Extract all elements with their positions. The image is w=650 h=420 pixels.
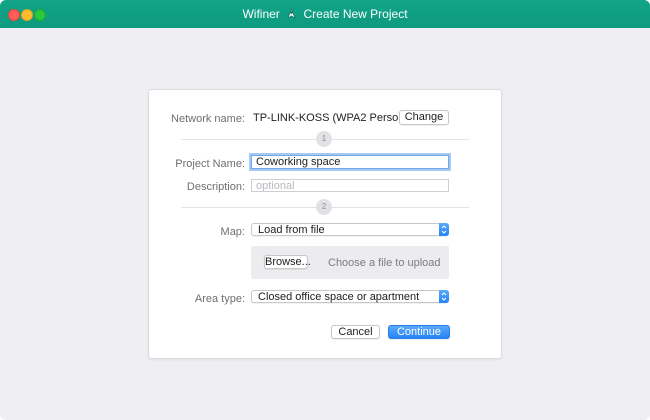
dropzone-hint: Choose a file to upload [328,257,441,269]
area-type-value: Closed office space or apartment [258,291,420,303]
step-indicator-1: 1 [316,131,332,147]
map-source-select[interactable]: Load from file [251,223,449,236]
area-type-label: Area type: [194,293,245,305]
project-name-label: Project Name: [175,158,245,170]
wifiner-app-icon [287,8,296,19]
network-name-value: TP-LINK-KOSS (WPA2 Personal) [253,112,417,124]
title-bar[interactable]: Wifiner Create New Project [0,0,650,28]
description-input[interactable] [251,179,449,192]
project-name-input[interactable] [251,155,449,169]
chevron-up-down-icon [439,223,449,236]
map-label: Map: [220,226,245,238]
cancel-button[interactable]: Cancel [331,325,380,339]
map-source-value: Load from file [258,224,325,236]
step-indicator-2: 2 [316,199,332,215]
project-form-panel: Network name: TP-LINK-KOSS (WPA2 Persona… [148,89,502,359]
app-name: Wifiner [242,7,280,21]
description-label: Description: [186,181,245,193]
continue-button[interactable]: Continue [388,325,450,339]
change-network-button[interactable]: Change [399,110,449,125]
window-title-text: Create New Project [303,7,408,21]
network-name-label: Network name: [171,113,245,125]
browse-button[interactable]: Browse... [264,255,311,269]
app-window: Wifiner Create New Project Network name:… [0,0,650,420]
file-dropzone[interactable]: Browse... Choose a file to upload [251,246,449,279]
chevron-up-down-icon [439,290,449,303]
window-title: Wifiner Create New Project [0,8,650,21]
area-type-select[interactable]: Closed office space or apartment [251,290,449,303]
